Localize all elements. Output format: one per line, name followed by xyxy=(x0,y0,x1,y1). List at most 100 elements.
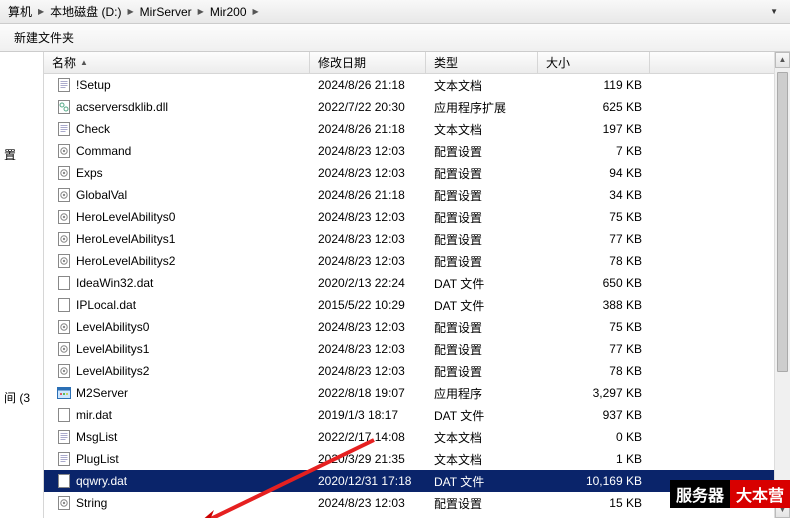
file-date: 2022/7/22 20:30 xyxy=(310,100,426,114)
table-row[interactable]: mir.dat2019/1/3 18:17DAT 文件937 KB xyxy=(44,404,790,426)
ini-icon xyxy=(56,209,72,225)
file-type: 配置设置 xyxy=(426,363,538,380)
file-size: 77 KB xyxy=(538,232,650,246)
file-date: 2024/8/23 12:03 xyxy=(310,144,426,158)
file-date: 2020/12/31 17:18 xyxy=(310,474,426,488)
file-type: DAT 文件 xyxy=(426,275,538,292)
table-row[interactable]: Exps2024/8/23 12:03配置设置94 KB xyxy=(44,162,790,184)
table-row[interactable]: HeroLevelAbilitys12024/8/23 12:03配置设置77 … xyxy=(44,228,790,250)
file-name: IPLocal.dat xyxy=(76,298,136,312)
file-date: 2022/8/18 19:07 xyxy=(310,386,426,400)
file-size: 34 KB xyxy=(538,188,650,202)
file-size: 119 KB xyxy=(538,78,650,92)
file-name: Command xyxy=(76,144,131,158)
breadcrumb[interactable]: 算机▶ 本地磁盘 (D:)▶ MirServer▶ Mir200▶ ▼ xyxy=(0,0,790,24)
dat-icon xyxy=(56,407,72,423)
watermark-right: 大本营 xyxy=(730,480,790,508)
file-name: IdeaWin32.dat xyxy=(76,276,153,290)
file-type: 配置设置 xyxy=(426,253,538,270)
chevron-right-icon: ▶ xyxy=(126,7,136,16)
file-name: HeroLevelAbilitys1 xyxy=(76,232,175,246)
file-type: 应用程序 xyxy=(426,385,538,402)
ini-icon xyxy=(56,495,72,511)
file-size: 78 KB xyxy=(538,254,650,268)
table-row[interactable]: !Setup 2024/8/26 21:18文本文档119 KB xyxy=(44,74,790,96)
file-date: 2024/8/26 21:18 xyxy=(310,78,426,92)
column-type[interactable]: 类型 xyxy=(426,52,538,73)
scroll-up-button[interactable]: ▲ xyxy=(775,52,790,68)
file-name: M2Server xyxy=(76,386,128,400)
file-date: 2024/8/23 12:03 xyxy=(310,210,426,224)
file-date: 2019/1/3 18:17 xyxy=(310,408,426,422)
dat-icon xyxy=(56,297,72,313)
file-size: 3,297 KB xyxy=(538,386,650,400)
file-type: 文本文档 xyxy=(426,77,538,94)
file-name: qqwry.dat xyxy=(76,474,127,488)
file-name: PlugList xyxy=(76,452,119,466)
text-icon xyxy=(56,429,72,445)
crumb-drive[interactable]: 本地磁盘 (D:) xyxy=(46,3,125,20)
toolbar: 新建文件夹 xyxy=(0,24,790,52)
sidebar-fragment: 间 (3 xyxy=(0,381,43,414)
ini-icon xyxy=(56,253,72,269)
table-row[interactable]: Command2024/8/23 12:03配置设置7 KB xyxy=(44,140,790,162)
file-date: 2024/8/23 12:03 xyxy=(310,254,426,268)
file-type: 配置设置 xyxy=(426,209,538,226)
table-row[interactable]: Check2024/8/26 21:18文本文档197 KB xyxy=(44,118,790,140)
file-name: mir.dat xyxy=(76,408,112,422)
file-name: LevelAbilitys0 xyxy=(76,320,149,334)
ini-icon xyxy=(56,187,72,203)
file-name: Check xyxy=(76,122,110,136)
file-name: HeroLevelAbilitys0 xyxy=(76,210,175,224)
dll-icon xyxy=(56,99,72,115)
file-type: 应用程序扩展 xyxy=(426,99,538,116)
file-size: 75 KB xyxy=(538,320,650,334)
file-date: 2024/8/23 12:03 xyxy=(310,232,426,246)
dat-icon xyxy=(56,473,72,489)
table-row[interactable]: MsgList2022/2/17 14:08文本文档0 KB xyxy=(44,426,790,448)
file-size: 1 KB xyxy=(538,452,650,466)
new-folder-button[interactable]: 新建文件夹 xyxy=(8,27,80,48)
vertical-scrollbar[interactable]: ▲ ▼ xyxy=(774,52,790,518)
crumb-folder-1[interactable]: MirServer xyxy=(136,5,196,19)
ini-icon xyxy=(56,231,72,247)
column-date[interactable]: 修改日期 xyxy=(310,52,426,73)
file-size: 0 KB xyxy=(538,430,650,444)
table-row[interactable]: acserversdklib.dll2022/7/22 20:30应用程序扩展6… xyxy=(44,96,790,118)
table-row[interactable]: M2Server 2022/8/18 19:07应用程序3,297 KB xyxy=(44,382,790,404)
table-row[interactable]: LevelAbilitys02024/8/23 12:03配置设置75 KB xyxy=(44,316,790,338)
table-row[interactable]: HeroLevelAbilitys02024/8/23 12:03配置设置75 … xyxy=(44,206,790,228)
sort-asc-icon: ▲ xyxy=(80,58,88,67)
table-row[interactable]: GlobalVal2024/8/26 21:18配置设置34 KB xyxy=(44,184,790,206)
watermark-left: 服务器 xyxy=(670,480,730,508)
file-list[interactable]: 名称▲ 修改日期 类型 大小 !Setup2024/8/26 21:18文本文档… xyxy=(44,52,790,518)
file-size: 77 KB xyxy=(538,342,650,356)
dat-icon xyxy=(56,275,72,291)
file-date: 2020/2/13 22:24 xyxy=(310,276,426,290)
table-row[interactable]: IdeaWin32.dat2020/2/13 22:24DAT 文件650 KB xyxy=(44,272,790,294)
column-name[interactable]: 名称▲ xyxy=(44,52,310,73)
file-type: DAT 文件 xyxy=(426,473,538,490)
file-size: 15 KB xyxy=(538,496,650,510)
table-row[interactable]: IPLocal.dat2015/5/22 10:29DAT 文件388 KB xyxy=(44,294,790,316)
file-name: HeroLevelAbilitys2 xyxy=(76,254,175,268)
crumb-folder-2[interactable]: Mir200 xyxy=(206,5,251,19)
table-row[interactable]: LevelAbilitys22024/8/23 12:03配置设置78 KB xyxy=(44,360,790,382)
file-name: LevelAbilitys1 xyxy=(76,342,149,356)
file-type: 文本文档 xyxy=(426,451,538,468)
chevron-right-icon: ▶ xyxy=(36,7,46,16)
file-type: 配置设置 xyxy=(426,165,538,182)
column-size[interactable]: 大小 xyxy=(538,52,650,73)
table-row[interactable]: PlugList2020/3/29 21:35文本文档1 KB xyxy=(44,448,790,470)
file-type: 配置设置 xyxy=(426,495,538,512)
scroll-thumb[interactable] xyxy=(777,72,788,372)
table-row[interactable]: LevelAbilitys12024/8/23 12:03配置设置77 KB xyxy=(44,338,790,360)
file-date: 2024/8/26 21:18 xyxy=(310,122,426,136)
breadcrumb-dropdown-icon[interactable]: ▼ xyxy=(766,7,786,16)
file-name: MsgList xyxy=(76,430,117,444)
file-type: 配置设置 xyxy=(426,187,538,204)
table-row[interactable]: HeroLevelAbilitys2 2024/8/23 12:03配置设置78 … xyxy=(44,250,790,272)
ini-icon xyxy=(56,143,72,159)
file-name: !Setup xyxy=(76,78,111,92)
crumb-computer[interactable]: 算机 xyxy=(4,3,36,20)
